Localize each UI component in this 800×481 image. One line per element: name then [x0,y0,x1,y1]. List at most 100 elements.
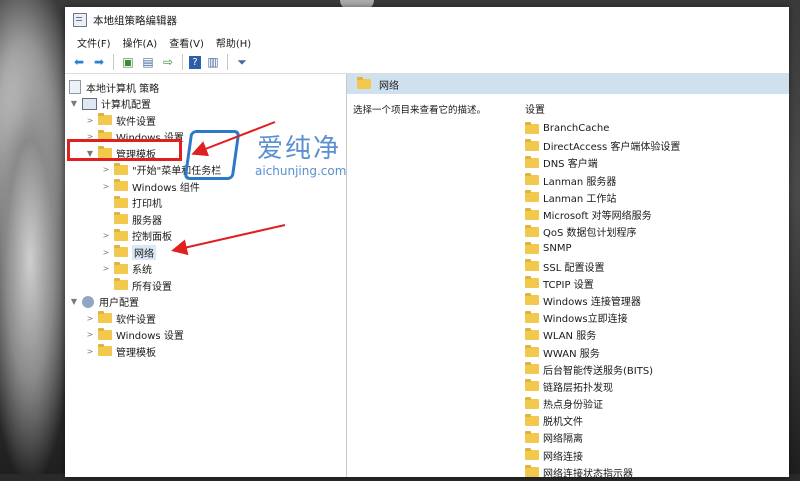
settings-item-label: DNS 客户端 [543,159,598,171]
settings-list-item[interactable]: Microsoft 对等网络服务 [525,206,680,223]
settings-list-item[interactable]: 网络连接 [525,447,680,464]
settings-item-label: WWAN 服务 [543,348,600,360]
folder-icon [525,155,539,168]
expand-chevron-icon[interactable]: > [85,347,95,356]
settings-list-item[interactable]: DirectAccess 客户端体验设置 [525,137,680,154]
settings-item-label: SNMP [543,243,572,255]
settings-list-item[interactable]: TCPIP 设置 [525,275,680,292]
expand-chevron-icon[interactable]: > [101,264,111,273]
folder-icon [114,278,128,291]
settings-list-item[interactable]: 链路层拓扑发现 [525,378,680,395]
settings-list-item[interactable]: Lanman 工作站 [525,189,680,206]
tree-item-root[interactable]: 本地计算机 策略 [65,79,346,96]
collapse-chevron-icon[interactable]: ▼ [69,99,79,108]
details-header: 网络 [347,74,789,94]
folder-icon [525,310,539,323]
watermark: 爱纯净 aichunjing.com [183,120,357,185]
toolbar-separator [227,54,228,70]
settings-list-item[interactable]: 热点身份验证 [525,395,680,412]
show-hide-tree-icon[interactable]: ▤ [140,54,156,70]
settings-list-item[interactable]: DNS 客户端 [525,154,680,171]
settings-item-label: WLAN 服务 [543,331,597,343]
collapse-chevron-icon[interactable]: ▼ [69,297,79,306]
settings-item-label: Lanman 工作站 [543,193,617,205]
menu-file[interactable]: 文件(F) [71,35,117,50]
folder-icon [525,241,539,254]
settings-list-item[interactable]: 网络连接状态指示器 [525,464,680,481]
watermark-logo-icon [183,130,241,180]
settings-list-item[interactable]: QoS 数据包计划程序 [525,223,680,240]
settings-list-item[interactable]: BranchCache [525,120,680,137]
folder-icon [525,207,539,220]
tree-label: 软件设置 [116,116,156,128]
settings-list-item[interactable]: WWAN 服务 [525,343,680,360]
forward-icon[interactable]: ➡ [91,54,107,70]
window-title: 本地组策略编辑器 [93,14,177,27]
help-icon[interactable]: ? [189,55,201,69]
settings-list-item[interactable]: WLAN 服务 [525,326,680,343]
folder-icon [525,465,539,478]
tree-item-all-settings[interactable]: 所有设置 [65,277,346,294]
tree-label: 计算机配置 [101,100,151,112]
tree-label: Windows 设置 [116,331,184,343]
settings-column-header[interactable]: 设置 [525,101,680,116]
details-pane: 网络 选择一个项目来查看它的描述。 设置 BranchCache DirectAc… [347,74,789,480]
filter-icon[interactable]: ⏷ [234,54,250,70]
expand-chevron-icon[interactable]: > [101,182,111,191]
menu-view[interactable]: 查看(V) [163,35,210,50]
expand-chevron-icon[interactable]: > [85,314,95,323]
settings-list-item[interactable]: SSL 配置设置 [525,258,680,275]
settings-list-item[interactable]: 网络隔离 [525,429,680,446]
settings-list-item[interactable]: Lanman 服务器 [525,172,680,189]
folder-icon [525,345,539,358]
user-icon [82,295,94,308]
up-icon[interactable]: ▣ [120,54,136,70]
menu-action[interactable]: 操作(A) [117,35,164,50]
properties-icon[interactable]: ▥ [205,54,221,70]
settings-item-label: BranchCache [543,123,610,135]
tree-label: 本地计算机 策略 [86,83,160,95]
settings-list-item[interactable]: 后台智能传送服务(BITS) [525,361,680,378]
settings-list-item[interactable]: Windows立即连接 [525,309,680,326]
settings-item-label: 网络连接状态指示器 [543,468,633,480]
watermark-text: 爱纯净 [257,134,342,164]
tree-label: 软件设置 [116,314,156,326]
tree-item-user-admin[interactable]: > 管理模板 [65,343,346,360]
app-icon [73,13,87,27]
settings-item-label: QoS 数据包计划程序 [543,228,637,240]
folder-icon [525,396,539,409]
folder-icon [114,179,128,192]
tree-item-system[interactable]: > 系统 [65,261,346,278]
settings-list: 设置 BranchCache DirectAccess 客户端体验设置 DNS 客户… [525,101,680,481]
settings-list-item[interactable]: Windows 连接管理器 [525,292,680,309]
folder-icon [98,113,112,126]
expand-chevron-icon[interactable]: > [85,116,95,125]
settings-list-item[interactable]: 脱机文件 [525,412,680,429]
tree-item-network[interactable]: > 网络 [65,244,346,261]
folder-icon [114,212,128,225]
folder-icon [114,195,128,208]
folder-icon [525,448,539,461]
tree-item-control-panel[interactable]: > 控制面板 [65,228,346,245]
tree-item-user-windows[interactable]: > Windows 设置 [65,327,346,344]
folder-icon [114,162,128,175]
settings-item-label: 链路层拓扑发现 [543,382,613,394]
folder-icon [114,228,128,241]
tree-item-server[interactable]: 服务器 [65,211,346,228]
tree-item-user[interactable]: ▼ 用户配置 [65,294,346,311]
tree-item-user-software[interactable]: > 软件设置 [65,310,346,327]
computer-icon [82,97,97,110]
expand-chevron-icon[interactable]: > [85,330,95,339]
menu-help[interactable]: 帮助(H) [210,35,257,50]
back-icon[interactable]: ⬅ [71,54,87,70]
highlight-box [67,139,182,161]
expand-chevron-icon[interactable]: > [101,231,111,240]
folder-icon [114,261,128,274]
settings-item-label: 脱机文件 [543,417,583,429]
expand-chevron-icon[interactable]: > [101,248,111,257]
settings-list-item[interactable]: SNMP [525,240,680,257]
export-icon[interactable]: ⇨ [160,54,176,70]
expand-chevron-icon[interactable]: > [101,165,111,174]
tree-item-printers[interactable]: 打印机 [65,195,346,212]
tree-item-computer[interactable]: ▼ 计算机配置 [65,96,346,113]
